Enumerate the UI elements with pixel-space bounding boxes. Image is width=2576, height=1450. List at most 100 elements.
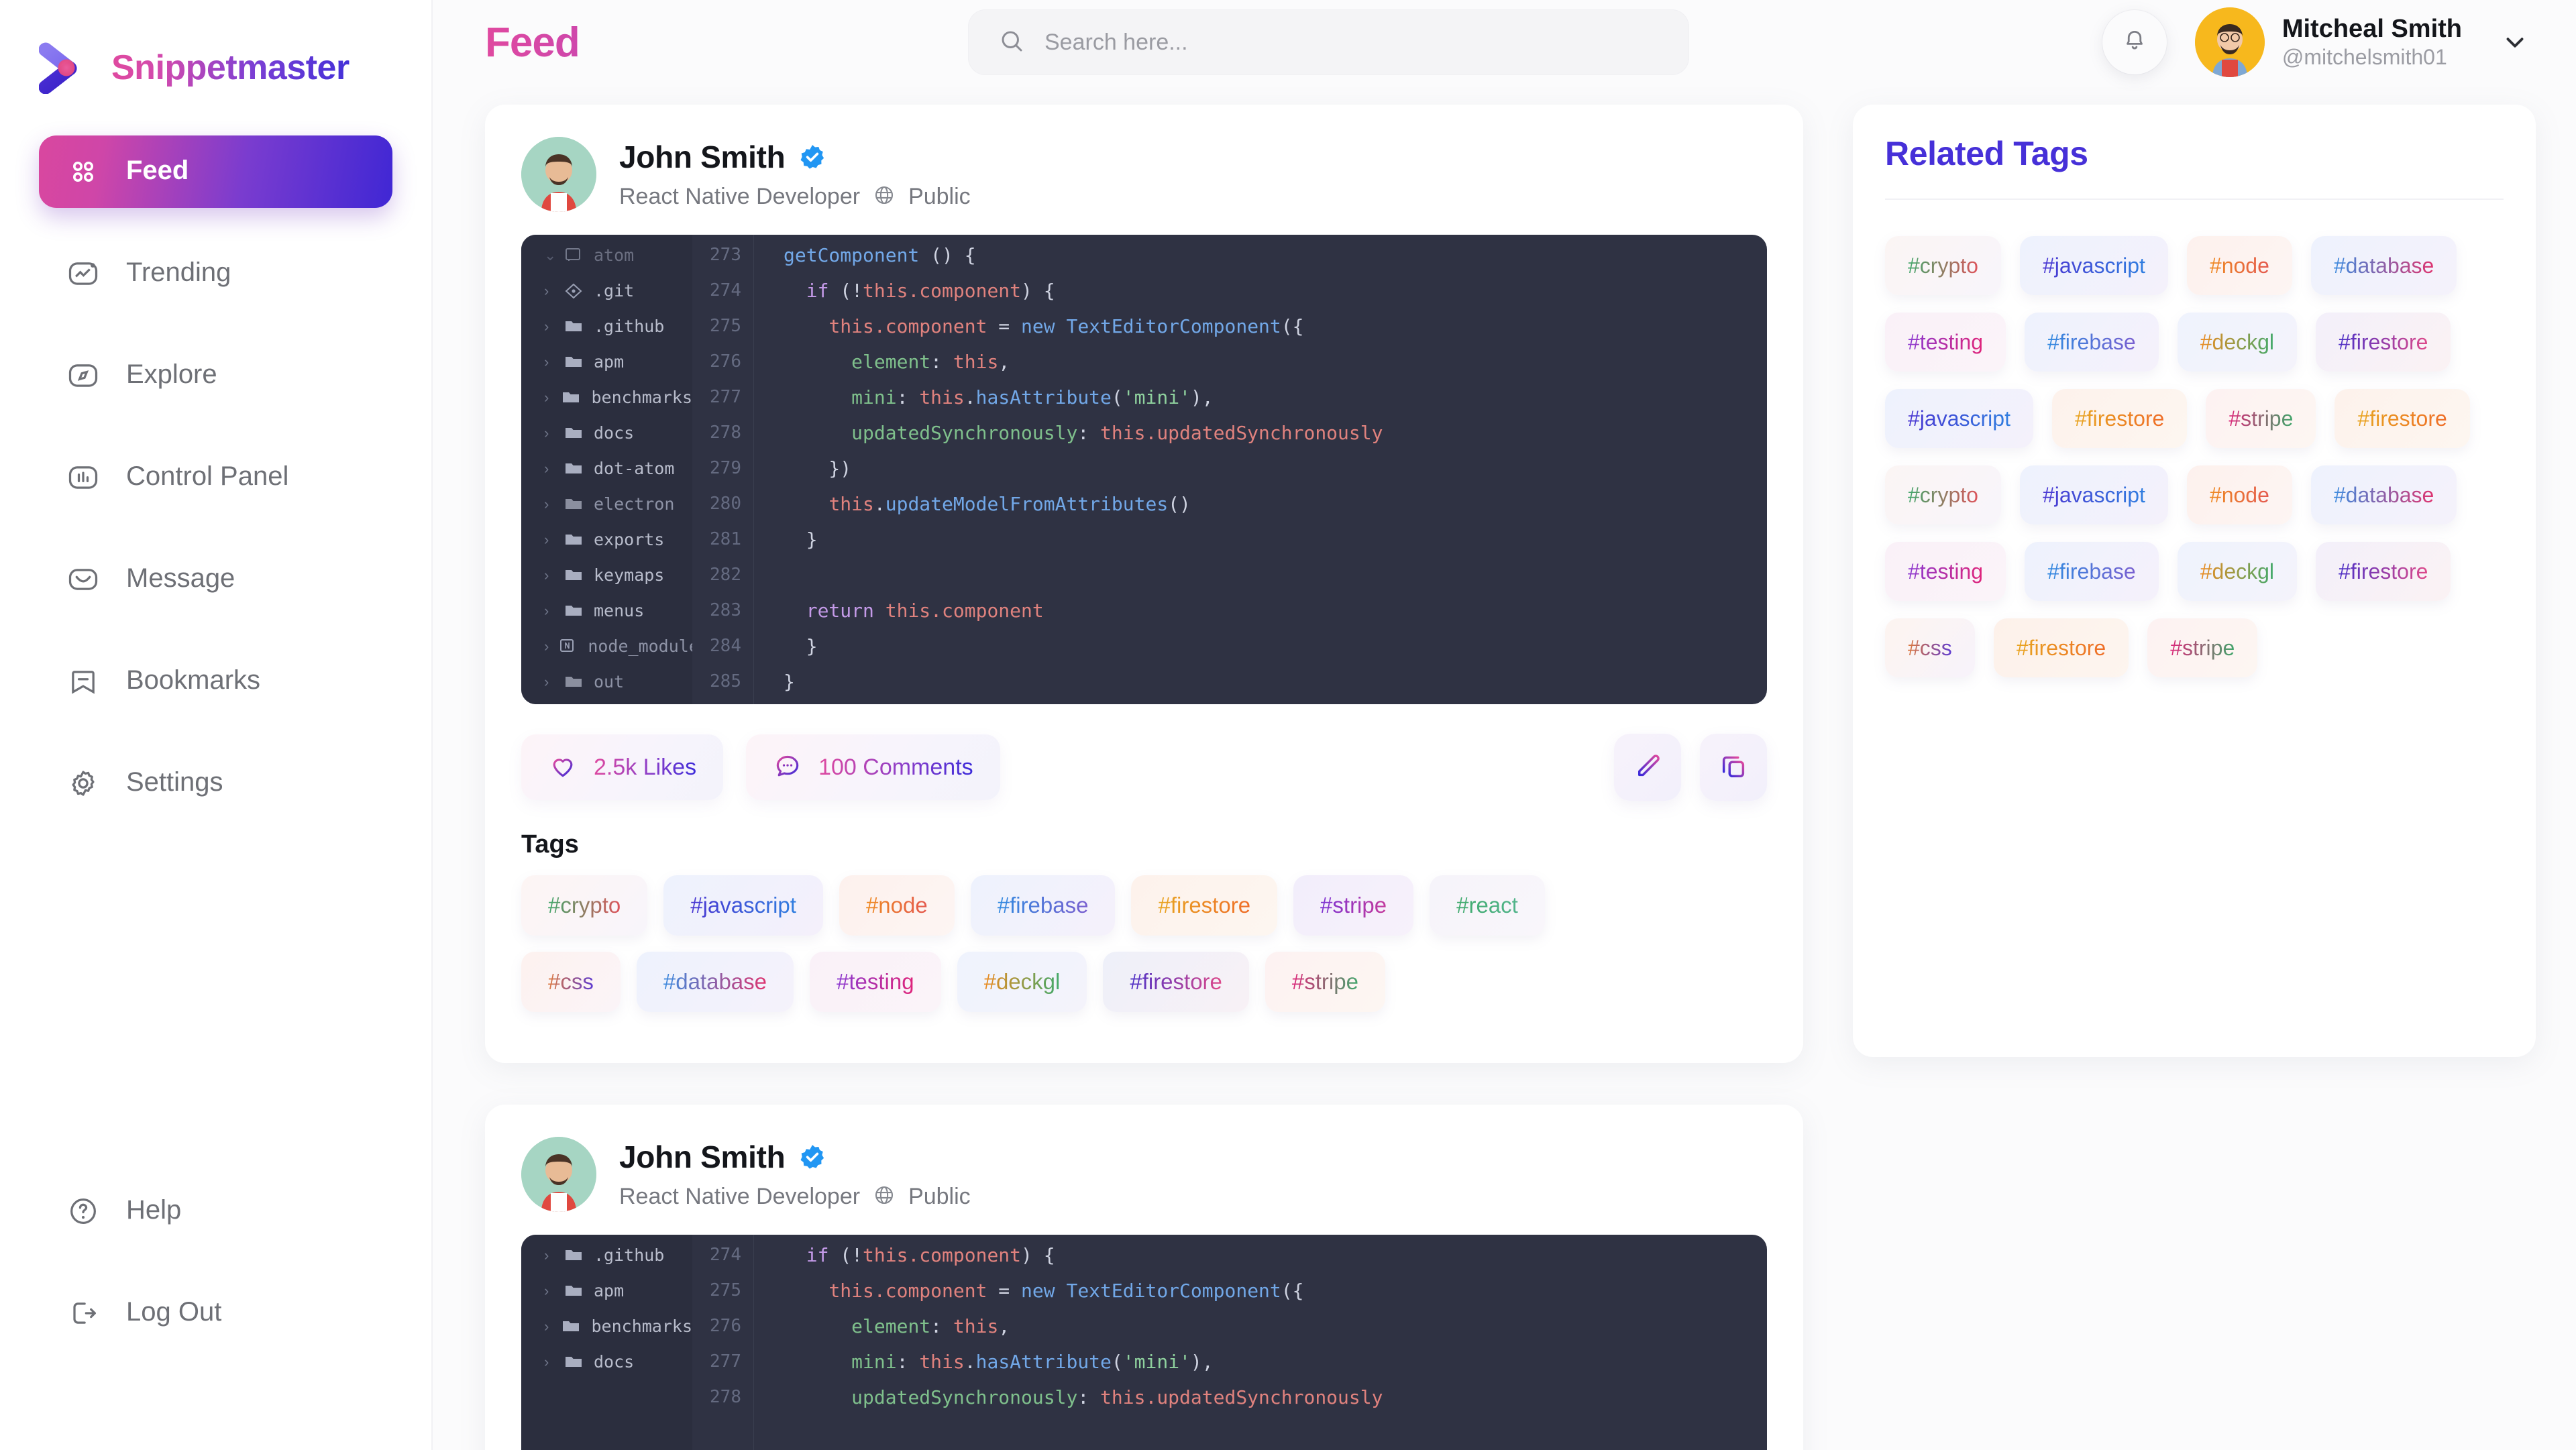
code-editor[interactable]: ⌄ atom › .git › .github › apm › benchmar… (521, 235, 1767, 704)
chevron-down-icon[interactable] (2494, 21, 2536, 63)
tag-chip[interactable]: #firestore (2316, 542, 2451, 601)
tag-chip[interactable]: #deckgl (2177, 542, 2298, 601)
tag-chip[interactable]: #javascript (2019, 236, 2168, 295)
tag-label: #css (548, 969, 594, 994)
file-tree-row[interactable]: › apm (521, 1273, 692, 1308)
avatar (521, 1137, 596, 1212)
tag-chip[interactable]: #node (2186, 236, 2292, 295)
file-tree-row[interactable]: ⌄ atom (521, 237, 692, 273)
sidebar-item-bookmarks[interactable]: Bookmarks (39, 645, 392, 718)
file-tree-row[interactable]: › resources (521, 700, 692, 704)
app-icon (564, 247, 584, 264)
comments-button[interactable]: 100 Comments (746, 734, 1000, 800)
tag-chip[interactable]: #testing (810, 952, 941, 1012)
tag-chip[interactable]: #firebase (970, 875, 1116, 936)
sidebar-item-trending[interactable]: Trending (39, 237, 392, 310)
tag-label: #stripe (1291, 969, 1358, 994)
tag-chip[interactable]: #javascript (663, 875, 823, 936)
bell-icon (2121, 27, 2149, 58)
sidebar-item-feed[interactable]: Feed (39, 135, 392, 208)
post-header: John Smith React Native Developer Public (521, 137, 1767, 212)
edit-button[interactable] (1614, 734, 1681, 801)
tag-chip[interactable]: #firestore (1131, 875, 1278, 936)
tag-chip[interactable]: #testing (1885, 313, 2006, 372)
file-tree-row[interactable]: › docs (521, 1344, 692, 1380)
file-tree-row[interactable]: › .github (521, 309, 692, 344)
tag-label: #crypto (548, 893, 621, 917)
verified-badge-icon (798, 143, 826, 171)
tag-chip[interactable]: #firestore (2316, 313, 2451, 372)
file-tree-row[interactable]: › out (521, 664, 692, 700)
file-tree-row[interactable]: › dot-atom (521, 451, 692, 486)
folder-icon (561, 1319, 582, 1335)
notifications-button[interactable] (2102, 10, 2167, 74)
sidebar-item-message[interactable]: Message (39, 543, 392, 616)
tag-chip[interactable]: #database (2310, 465, 2457, 524)
code-content[interactable]: if (!this.component) { this.component = … (754, 1235, 1767, 1450)
search-input[interactable]: Search here... (968, 9, 1689, 75)
tag-chip[interactable]: #stripe (2206, 389, 2316, 448)
chevron-right-icon: › (544, 424, 549, 441)
tag-chip[interactable]: #stripe (2147, 618, 2258, 677)
sidebar-item-explore[interactable]: Explore (39, 339, 392, 412)
file-name: .github (594, 317, 665, 336)
post-author-row: John Smith (619, 1139, 971, 1175)
tag-chip[interactable]: #database (2310, 236, 2457, 295)
file-tree[interactable]: ⌄ atom › .git › .github › apm › benchmar… (521, 235, 709, 704)
file-name: dot-atom (594, 459, 675, 478)
file-tree-row[interactable]: › docs (521, 415, 692, 451)
file-tree-row[interactable]: › exports (521, 522, 692, 557)
file-tree-row[interactable]: › menus (521, 593, 692, 628)
tag-chip[interactable]: #database (636, 952, 794, 1012)
sidebar-item-control-panel[interactable]: Control Panel (39, 441, 392, 514)
sidebar-item-help[interactable]: Help (39, 1175, 392, 1247)
file-tree-row[interactable]: › benchmarks (521, 380, 692, 415)
chevron-right-icon: › (544, 531, 549, 548)
tag-chip[interactable]: #react (1430, 875, 1545, 936)
tag-chip[interactable]: #javascript (1885, 389, 2033, 448)
brand[interactable]: Snippetmaster (0, 0, 431, 95)
tag-chip[interactable]: #node (839, 875, 955, 936)
sidebar-item-label: Explore (126, 359, 217, 389)
tag-chip[interactable]: #firestore (2334, 389, 2470, 448)
tag-chip[interactable]: #deckgl (957, 952, 1087, 1012)
tag-chip[interactable]: #css (1885, 618, 1975, 677)
file-tree-row[interactable]: › keymaps (521, 557, 692, 593)
line-number-gutter: 273 274 275 276 277 278 279 280 281 282 … (692, 235, 754, 704)
post-privacy: Public (908, 1183, 971, 1209)
sidebar-item-settings[interactable]: Settings (39, 747, 392, 820)
file-tree[interactable]: › .github › apm › benchmarks › docs (521, 1235, 692, 1450)
folder-icon (564, 1283, 584, 1299)
tag-chip[interactable]: #firestore (2051, 389, 2188, 448)
code-content[interactable]: getComponent () { if (!this.component) {… (754, 235, 1767, 704)
search-placeholder: Search here... (1044, 29, 1188, 55)
code-editor[interactable]: › .github › apm › benchmarks › docs 274 … (521, 1235, 1767, 1450)
user-menu[interactable]: Mitcheal Smith @mitchelsmith01 (2194, 7, 2536, 77)
file-tree-row[interactable]: › .github (521, 1237, 692, 1273)
tag-chip[interactable]: #testing (1885, 542, 2006, 601)
tag-chip[interactable]: #css (521, 952, 621, 1012)
tag-chip[interactable]: #firestore (1103, 952, 1249, 1012)
tag-label: #firestore (1158, 893, 1251, 917)
tag-chip[interactable]: #crypto (521, 875, 648, 936)
file-tree-row[interactable]: › node_modules (521, 628, 709, 664)
tag-chip[interactable]: #stripe (1265, 952, 1385, 1012)
file-tree-row[interactable]: › .git (521, 273, 692, 309)
file-tree-row[interactable]: › benchmarks (521, 1308, 692, 1344)
code-line: if (!this.component) { (806, 280, 1055, 302)
tag-chip[interactable]: #firebase (2025, 313, 2159, 372)
tag-chip[interactable]: #javascript (2019, 465, 2168, 524)
folder-icon (564, 1354, 584, 1370)
file-tree-row[interactable]: › apm (521, 344, 692, 380)
tag-chip[interactable]: #stripe (1293, 875, 1414, 936)
tag-chip[interactable]: #deckgl (2177, 313, 2298, 372)
tag-chip[interactable]: #firestore (1993, 618, 2129, 677)
copy-button[interactable] (1700, 734, 1767, 801)
tag-chip[interactable]: #crypto (1885, 465, 2001, 524)
file-tree-row[interactable]: › electron (521, 486, 692, 522)
tag-chip[interactable]: #firebase (2025, 542, 2159, 601)
tag-chip[interactable]: #node (2186, 465, 2292, 524)
likes-button[interactable]: 2.5k Likes (521, 734, 724, 800)
tag-chip[interactable]: #crypto (1885, 236, 2001, 295)
sidebar-item-logout[interactable]: Log Out (39, 1277, 392, 1349)
